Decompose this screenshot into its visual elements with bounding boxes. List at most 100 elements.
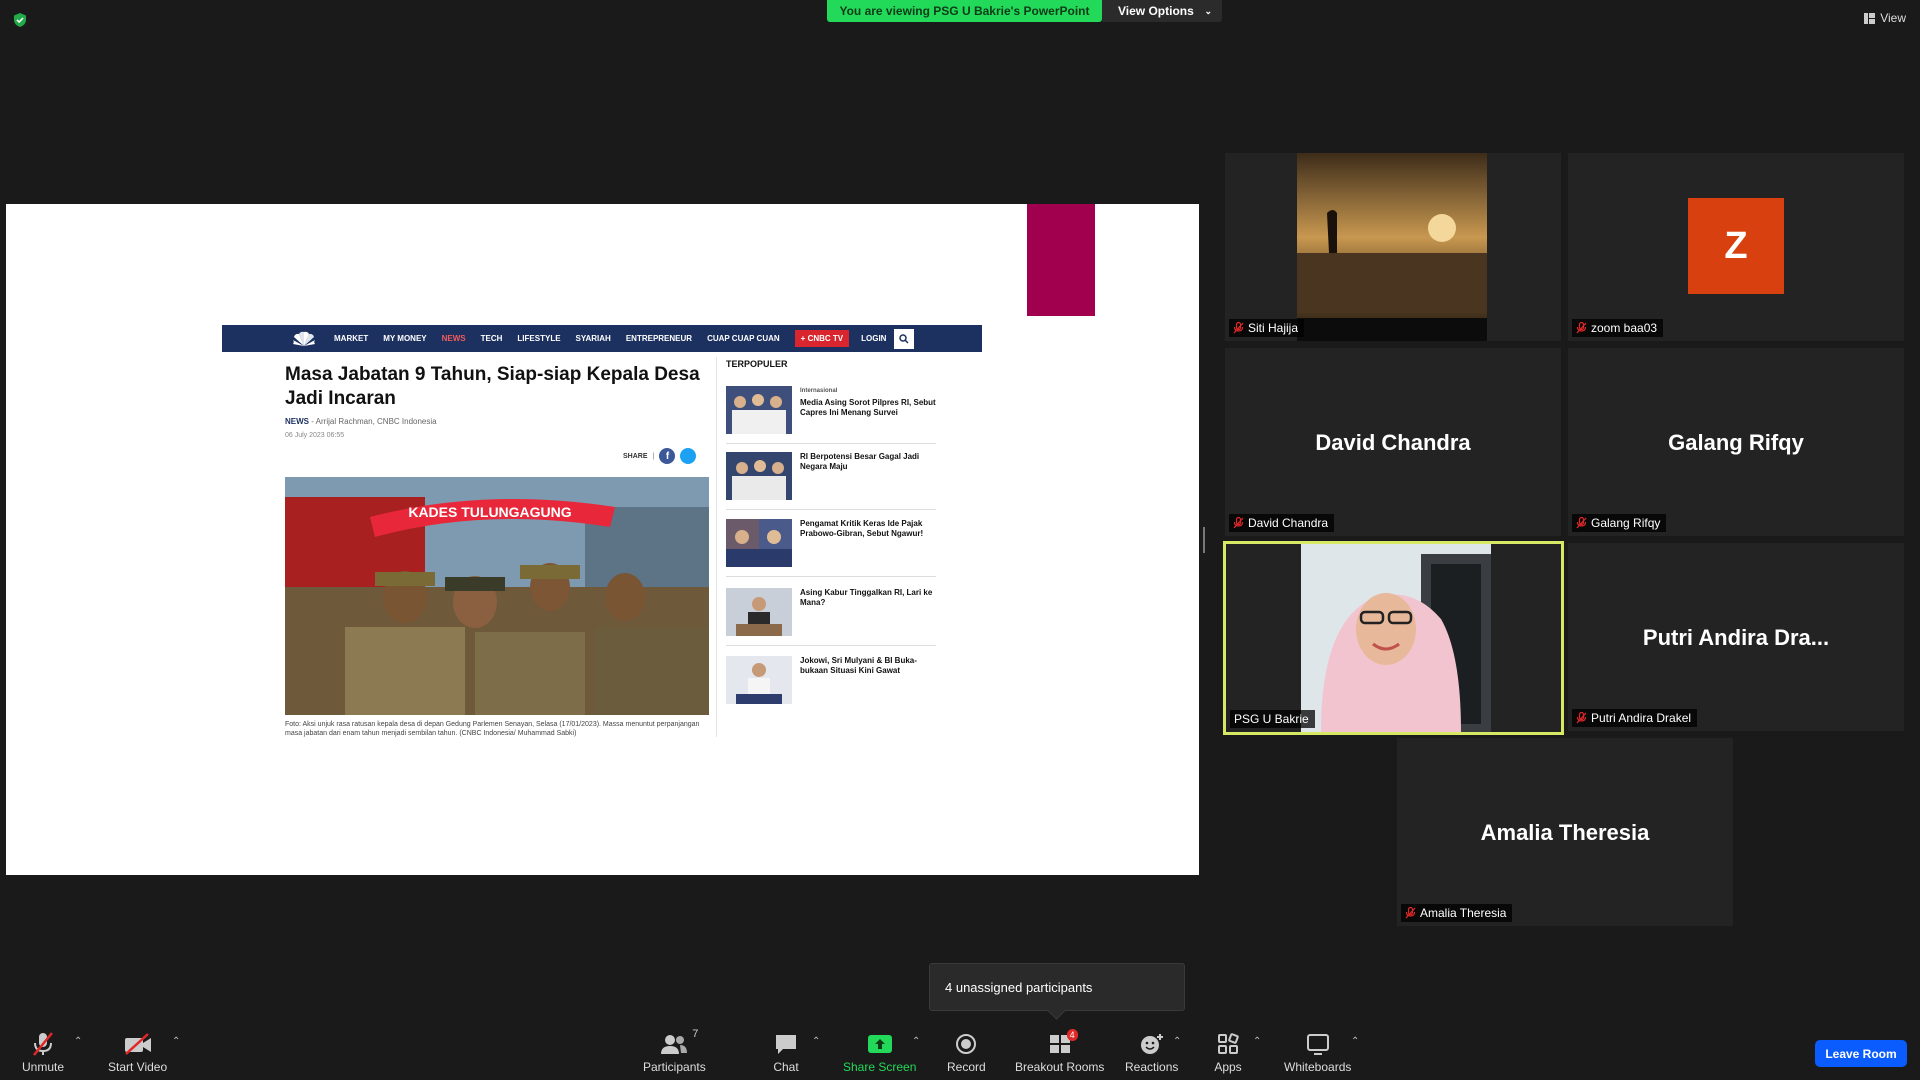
nav-entrepreneur: ENTREPRENEUR xyxy=(625,334,693,343)
unmute-label: Unmute xyxy=(22,1060,65,1074)
breakout-rooms-icon: 4 xyxy=(1046,1029,1078,1056)
share-label: SHARE xyxy=(623,452,648,460)
muted-mic-icon xyxy=(1576,712,1587,724)
breakout-rooms-button[interactable]: 4 Breakout Rooms xyxy=(1015,1029,1105,1074)
meeting-window: You are viewing PSG U Bakrie's PowerPoin… xyxy=(0,0,1920,1080)
chevron-down-icon: ⌄ xyxy=(1204,5,1212,16)
shield-check-icon[interactable] xyxy=(12,12,28,28)
participant-label: Galang Rifqy xyxy=(1572,514,1667,532)
popular-thumbnail xyxy=(726,386,792,434)
article-caption: Foto: Aksi unjuk rasa ratusan kepala des… xyxy=(285,721,700,737)
participants-count: 7 xyxy=(692,1028,699,1040)
muted-mic-icon xyxy=(1233,517,1244,529)
participant-display-name: Putri Andira Dra... xyxy=(1642,625,1830,650)
divider xyxy=(726,645,936,646)
muted-mic-icon xyxy=(29,1032,57,1056)
article-photo: KADES TULUNGAGUNG xyxy=(285,477,709,715)
participant-label: Amalia Theresia xyxy=(1401,904,1513,922)
participants-label: Participants xyxy=(643,1060,706,1074)
byline-author: - Arrijal Rachman, CNBC Indonesia xyxy=(309,417,437,426)
panel-resize-handle[interactable] xyxy=(1203,527,1205,553)
breakout-rooms-label: Breakout Rooms xyxy=(1015,1060,1105,1074)
participant-tile-david-chandra[interactable]: David Chandra David Chandra xyxy=(1225,348,1561,536)
chat-label: Chat xyxy=(773,1060,799,1074)
participants-icon: 7 xyxy=(660,1028,698,1056)
share-screen-button[interactable]: Share Screen xyxy=(843,1032,916,1074)
video-options-caret-icon[interactable]: ⌃ xyxy=(172,1036,180,1047)
participant-name: Amalia Theresia xyxy=(1420,906,1507,920)
nav-lifestyle: LIFESTYLE xyxy=(517,334,561,343)
participant-display-name: Amalia Theresia xyxy=(1480,820,1650,845)
participant-tile-zoom-baa03[interactable]: Z zoom baa03 xyxy=(1568,153,1904,341)
whiteboards-label: Whiteboards xyxy=(1284,1060,1352,1074)
divider xyxy=(726,509,936,510)
participant-tile-putri-andira-drakel[interactable]: Putri Andira Dra... Putri Andira Drakel xyxy=(1568,543,1904,731)
participant-tile-psg-u-bakrie[interactable]: PSG U Bakrie xyxy=(1223,541,1564,735)
nav-cnbc-tv: + CNBC TV xyxy=(794,330,850,347)
view-options-button[interactable]: View Options ⌄ xyxy=(1102,0,1222,22)
leave-room-button[interactable]: Leave Room xyxy=(1815,1040,1907,1067)
share-options-caret-icon[interactable]: ⌃ xyxy=(912,1036,920,1047)
popular-title: Asing Kabur Tinggalkan RI, Lari ke Mana? xyxy=(800,588,933,607)
muted-mic-icon xyxy=(1576,517,1587,529)
participant-label: PSG U Bakrie xyxy=(1230,710,1315,728)
start-video-label: Start Video xyxy=(108,1060,168,1074)
unmute-button[interactable]: Unmute xyxy=(22,1032,64,1074)
muted-mic-icon xyxy=(1233,322,1244,334)
muted-mic-icon xyxy=(1405,907,1416,919)
nav-my-money: MY MONEY xyxy=(383,334,427,343)
whiteboard-icon xyxy=(1304,1032,1332,1056)
share-screen-icon xyxy=(866,1032,894,1056)
share-row: SHARE | f xyxy=(623,448,697,464)
article-title: Masa Jabatan 9 Tahun, Siap-siap Kepala D… xyxy=(285,364,700,409)
divider xyxy=(726,443,936,444)
chat-button[interactable]: Chat xyxy=(772,1032,800,1074)
apps-options-caret-icon[interactable]: ⌃ xyxy=(1253,1036,1261,1047)
popular-heading: TERPOPULER xyxy=(726,359,788,369)
chat-icon xyxy=(772,1032,800,1056)
record-icon xyxy=(952,1032,980,1056)
muted-mic-icon xyxy=(1576,322,1587,334)
twitter-icon xyxy=(680,448,697,464)
participant-tile-siti-hajija[interactable]: Siti Hajija xyxy=(1225,153,1561,341)
popular-item: RI Berpotensi Besar Gagal Jadi Negara Ma… xyxy=(726,452,936,510)
popular-thumbnail xyxy=(726,452,792,500)
popular-item: Pengamat Kritik Keras Ide Pajak Prabowo-… xyxy=(726,519,936,577)
avatar: Z xyxy=(1688,198,1784,294)
participant-name: PSG U Bakrie xyxy=(1234,712,1309,726)
view-label: View xyxy=(1880,11,1906,25)
participant-name: Siti Hajija xyxy=(1248,321,1299,335)
start-video-button[interactable]: Start Video xyxy=(108,1032,167,1074)
participant-tile-galang-rifqy[interactable]: Galang Rifqy Galang Rifqy xyxy=(1568,348,1904,536)
popular-thumbnail xyxy=(726,656,792,704)
video-off-icon xyxy=(124,1032,152,1056)
article-byline: NEWS - Arrijal Rachman, CNBC Indonesia xyxy=(285,417,437,426)
whiteboards-options-caret-icon[interactable]: ⌃ xyxy=(1351,1036,1359,1047)
apps-button[interactable]: Apps xyxy=(1214,1032,1242,1074)
reactions-button[interactable]: Reactions xyxy=(1125,1032,1178,1074)
nav-syariah: SYARIAH xyxy=(575,334,611,343)
audio-options-caret-icon[interactable]: ⌃ xyxy=(74,1036,82,1047)
nav-login: LOGIN xyxy=(861,334,887,343)
participant-tile-amalia-theresia[interactable]: Amalia Theresia Amalia Theresia xyxy=(1397,738,1733,926)
popular-item: Jokowi, Sri Mulyani & BI Buka-bukaan Sit… xyxy=(726,656,936,704)
chat-options-caret-icon[interactable]: ⌃ xyxy=(812,1036,820,1047)
record-button[interactable]: Record xyxy=(947,1032,986,1074)
whiteboards-button[interactable]: Whiteboards xyxy=(1284,1032,1351,1074)
column-divider xyxy=(716,357,717,737)
apps-label: Apps xyxy=(1214,1060,1242,1074)
apps-icon xyxy=(1214,1032,1242,1056)
popular-category: Internasional xyxy=(800,388,838,394)
cnbc-navbar: MARKET MY MONEY NEWS TECH LIFESTYLE SYAR… xyxy=(222,325,982,352)
participant-name: zoom baa03 xyxy=(1591,321,1658,335)
unassigned-participants-tooltip[interactable]: 4 unassigned participants xyxy=(929,963,1185,1011)
popular-title: Pengamat Kritik Keras Ide Pajak Prabowo-… xyxy=(800,519,924,538)
cnbc-peacock-logo-icon xyxy=(293,331,315,346)
view-button[interactable]: View xyxy=(1864,11,1906,25)
participants-button[interactable]: 7 Participants xyxy=(643,1028,706,1074)
search-icon xyxy=(894,328,915,349)
reactions-options-caret-icon[interactable]: ⌃ xyxy=(1173,1036,1181,1047)
grid-view-icon xyxy=(1864,12,1876,24)
participant-label: zoom baa03 xyxy=(1572,319,1664,337)
participant-name: David Chandra xyxy=(1248,516,1329,530)
